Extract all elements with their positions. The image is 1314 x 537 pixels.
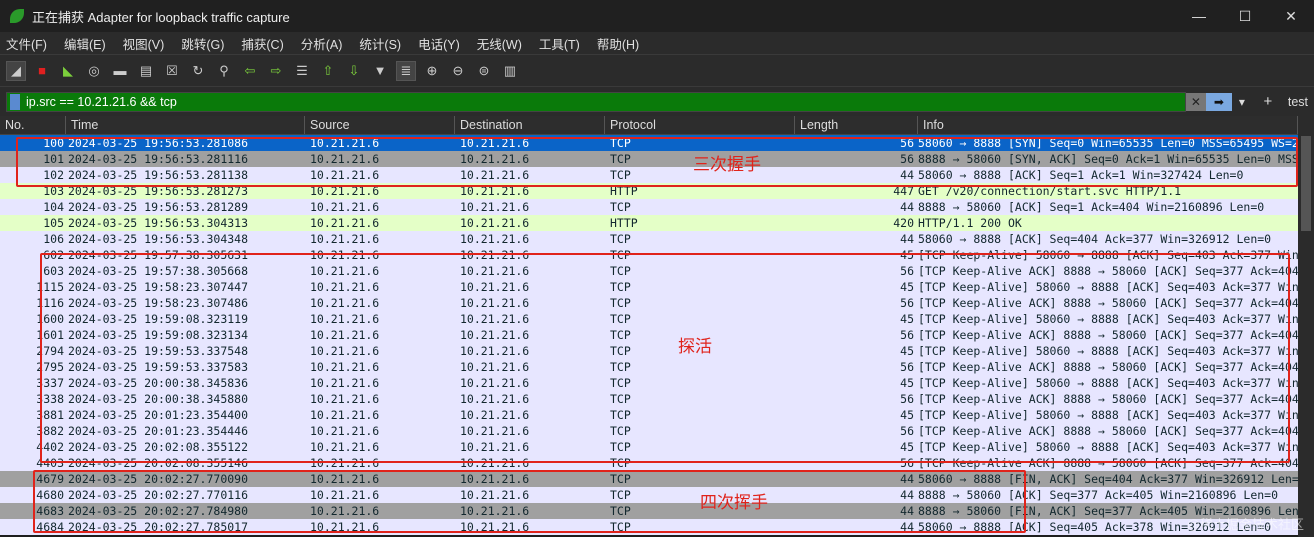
menu-item[interactable]: 跳转(G) xyxy=(181,34,224,53)
menu-item[interactable]: 文件(F) xyxy=(6,34,47,53)
cell-no: 104 xyxy=(43,200,64,214)
cell-info: HTTP/1.1 200 OK xyxy=(918,216,1022,230)
cell-dst: 10.21.21.6 xyxy=(460,200,530,214)
zoom-normal-icon[interactable]: ⊜ xyxy=(474,61,494,81)
annotation-label-handshake: 三次握手 xyxy=(693,155,761,174)
menu-item[interactable]: 捕获(C) xyxy=(241,34,283,53)
cell-no: 106 xyxy=(43,232,64,246)
column-header-source[interactable]: Source xyxy=(305,116,455,134)
cell-proto: HTTP xyxy=(610,216,638,230)
find-icon[interactable]: ⚲ xyxy=(214,61,234,81)
menu-item[interactable]: 分析(A) xyxy=(301,34,343,53)
filter-text[interactable]: ip.src == 10.21.21.6 && tcp xyxy=(26,95,177,109)
add-filter-button[interactable]: + xyxy=(1258,93,1278,111)
column-header-info[interactable]: Info xyxy=(918,116,1298,134)
table-row[interactable]: 104 2024-03-25 19:56:53.281289 10.21.21.6 1… xyxy=(0,199,1298,215)
annotation-box-handshake xyxy=(16,137,1298,187)
cell-len: 44 xyxy=(900,200,914,214)
cell-len: 420 xyxy=(893,216,914,230)
bookmark-icon[interactable] xyxy=(10,93,20,110)
table-row[interactable]: 105 2024-03-25 19:56:53.304313 10.21.21.6 1… xyxy=(0,215,1298,231)
cell-src: 10.21.21.6 xyxy=(310,216,380,230)
cell-proto: TCP xyxy=(610,200,631,214)
menu-bar: 文件(F) 编辑(E) 视图(V) 跳转(G) 捕获(C) 分析(A) 统计(S) 电话(Y)… xyxy=(0,32,1314,54)
last-icon[interactable]: ⇩ xyxy=(344,61,364,81)
column-header-time[interactable]: Time xyxy=(66,116,305,134)
open-icon[interactable]: ▬ xyxy=(110,61,130,81)
save-icon[interactable]: ▤ xyxy=(136,61,156,81)
cell-dst: 10.21.21.6 xyxy=(460,216,530,230)
colorize-icon[interactable]: ≣ xyxy=(396,60,416,81)
clear-filter-button[interactable]: ✕ xyxy=(1185,92,1206,111)
stop-icon[interactable]: ■ xyxy=(32,61,52,81)
window-title: 正在捕获 Adapter for loopback traffic captur… xyxy=(32,9,290,25)
goto-icon[interactable]: ☰ xyxy=(292,61,312,81)
menu-item[interactable]: 帮助(H) xyxy=(597,34,639,53)
column-header-length[interactable]: Length xyxy=(795,116,918,134)
cell-src: 10.21.21.6 xyxy=(310,200,380,214)
back-icon[interactable]: ⇦ xyxy=(240,61,260,81)
apply-filter-button[interactable]: ➡ xyxy=(1205,92,1232,111)
close-button[interactable]: ✕ xyxy=(1268,0,1314,32)
shark-fin-icon[interactable]: ◢ xyxy=(6,60,26,81)
cell-no: 105 xyxy=(43,216,64,230)
menu-item[interactable]: 工具(T) xyxy=(539,34,580,53)
options-icon[interactable]: ◎ xyxy=(84,61,104,81)
menu-item[interactable]: 视图(V) xyxy=(123,34,165,53)
cell-info: 58060 → 8888 [ACK] Seq=404 Ack=377 Win=3… xyxy=(918,232,1272,246)
cell-len: 44 xyxy=(900,232,914,246)
window-controls: — ☐ ✕ xyxy=(1176,0,1314,32)
resize-columns-icon[interactable]: ▥ xyxy=(500,61,520,81)
filter-history-dropdown[interactable]: ▾ xyxy=(1232,93,1252,111)
cell-time: 2024-03-25 19:56:53.304348 xyxy=(68,232,249,246)
cell-time: 2024-03-25 19:56:53.304313 xyxy=(68,216,249,230)
restart-icon[interactable]: ◣ xyxy=(58,61,78,81)
first-icon[interactable]: ⇧ xyxy=(318,61,338,81)
annotation-box-teardown xyxy=(33,470,1026,533)
wireshark-logo-icon xyxy=(10,9,24,23)
forward-icon[interactable]: ⇨ xyxy=(266,61,286,81)
display-filter-input[interactable]: ip.src == 10.21.21.6 && tcp xyxy=(6,91,1186,112)
column-header-protocol[interactable]: Protocol xyxy=(605,116,795,134)
menu-item[interactable]: 编辑(E) xyxy=(64,34,106,53)
annotation-label-keepalive: 探活 xyxy=(678,337,712,356)
main-toolbar: ◢ ■ ◣ ◎ ▬ ▤ ☒ ↻ ⚲ ⇦ ⇨ ☰ ⇧ ⇩ ▼ ≣ ⊕ ⊖ ⊜ ▥ xyxy=(0,54,1314,86)
reload-icon[interactable]: ↻ xyxy=(188,61,208,81)
annotation-label-teardown: 四次挥手 xyxy=(700,493,768,512)
column-header-destination[interactable]: Destination xyxy=(455,116,605,134)
title-bar: 正在捕获 Adapter for loopback traffic captur… xyxy=(0,0,1314,32)
cell-dst: 10.21.21.6 xyxy=(460,232,530,246)
close-icon[interactable]: ☒ xyxy=(162,61,182,81)
zoom-out-icon[interactable]: ⊖ xyxy=(448,61,468,81)
minimize-button[interactable]: — xyxy=(1176,0,1222,32)
watermark: @稀土掘金技术社区 xyxy=(1186,517,1304,532)
cell-info: 8888 → 58060 [ACK] Seq=1 Ack=404 Win=216… xyxy=(918,200,1265,214)
cell-time: 2024-03-25 19:56:53.281289 xyxy=(68,200,249,214)
cell-src: 10.21.21.6 xyxy=(310,232,380,246)
filter-button-test[interactable]: test xyxy=(1288,95,1308,109)
table-row[interactable]: 106 2024-03-25 19:56:53.304348 10.21.21.6 1… xyxy=(0,231,1298,247)
zoom-in-icon[interactable]: ⊕ xyxy=(422,61,442,81)
cell-proto: TCP xyxy=(610,232,631,246)
maximize-button[interactable]: ☐ xyxy=(1222,0,1268,32)
packet-list-header: No. Time Source Destination Protocol Length In… xyxy=(0,116,1298,135)
vertical-scrollbar[interactable] xyxy=(1298,116,1314,537)
column-header-no[interactable]: No. xyxy=(0,116,66,134)
autoscroll-icon[interactable]: ▼ xyxy=(370,61,390,81)
menu-item[interactable]: 无线(W) xyxy=(477,34,522,53)
annotation-box-keepalive xyxy=(40,253,1290,463)
display-filter-bar: ip.src == 10.21.21.6 && tcp ✕ ➡ ▾ + test xyxy=(0,86,1314,116)
menu-item[interactable]: 统计(S) xyxy=(359,34,401,53)
scrollbar-thumb[interactable] xyxy=(1301,136,1311,231)
menu-item[interactable]: 电话(Y) xyxy=(418,34,460,53)
